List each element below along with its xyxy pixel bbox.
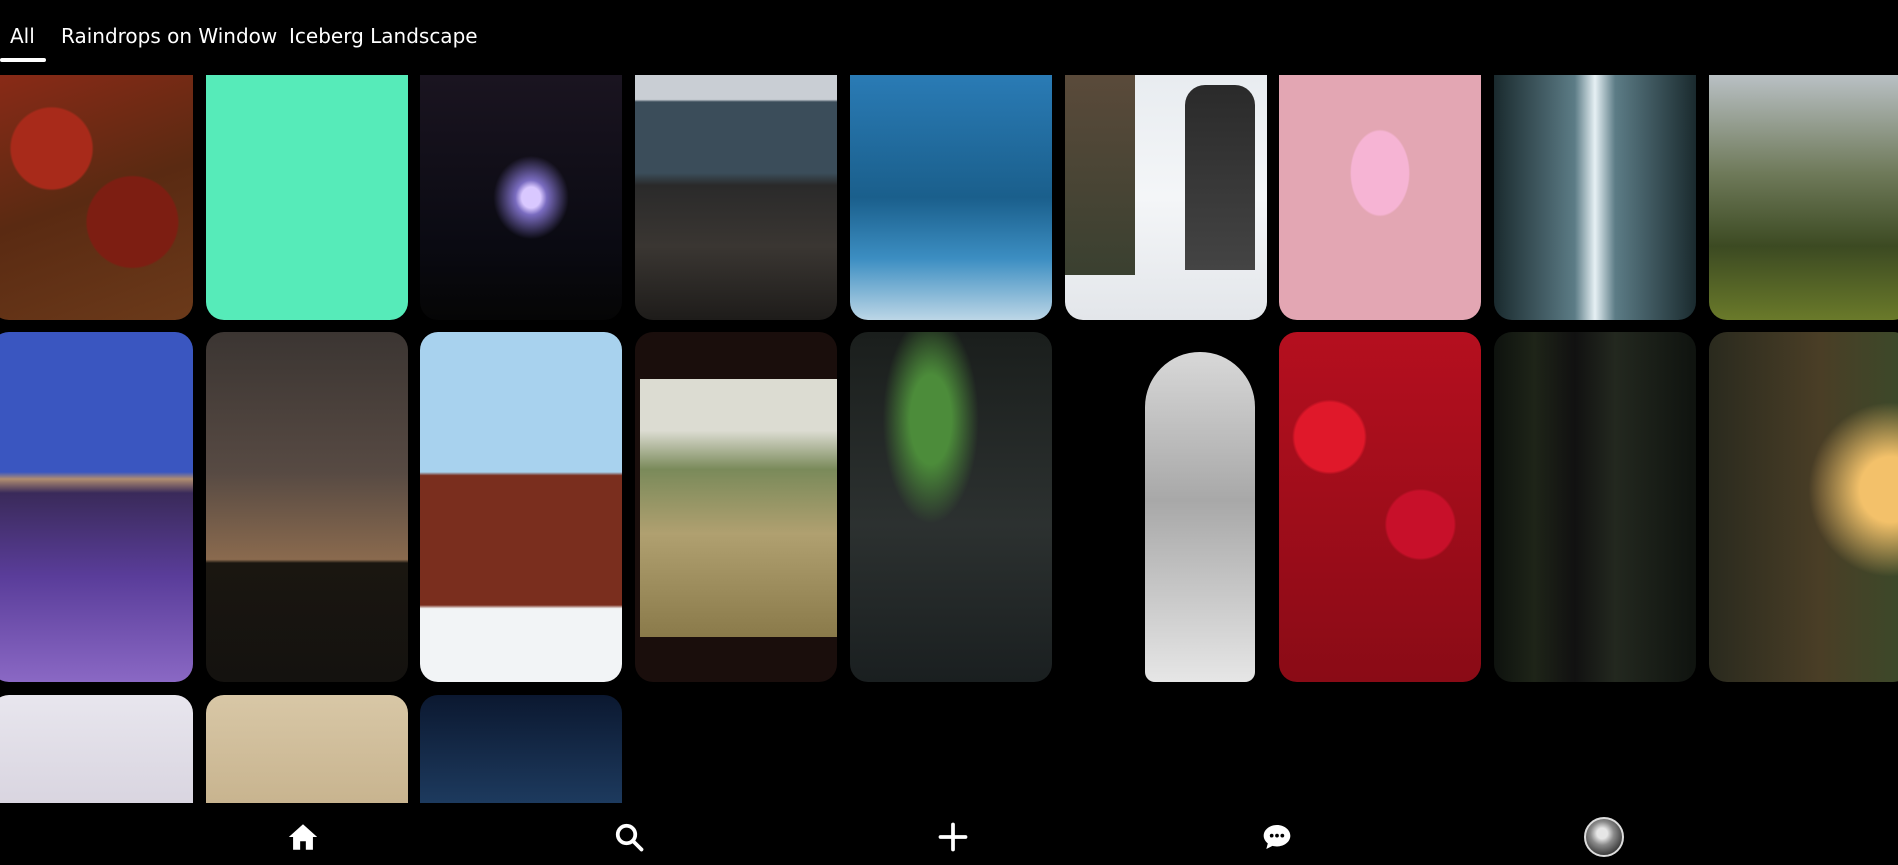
home-icon xyxy=(288,824,318,850)
image-tile-aurora[interactable] xyxy=(850,332,1052,682)
home-button[interactable] xyxy=(286,820,320,854)
image-grid xyxy=(0,75,1898,803)
image-tile-pink-abstract[interactable] xyxy=(1279,75,1481,320)
image-tile-vintage-film[interactable] xyxy=(635,332,837,682)
image-tile-plant-pots[interactable] xyxy=(206,695,408,803)
image-tile-lavender-field[interactable] xyxy=(0,332,193,682)
image-tile-sunlit-forest[interactable] xyxy=(1709,332,1898,682)
image-tile-mint-green[interactable] xyxy=(206,75,408,320)
image-tile-rocky-shore[interactable] xyxy=(635,75,837,320)
messages-button[interactable] xyxy=(1260,820,1294,854)
image-tile-red-ivy-window[interactable] xyxy=(0,75,193,320)
person-right xyxy=(1185,85,1255,270)
avatar[interactable] xyxy=(1584,817,1624,857)
image-tile-red-shrubs[interactable] xyxy=(1279,332,1481,682)
image-tile-lit-christmas-tree[interactable] xyxy=(420,75,622,320)
tab-raindrops-on-window[interactable]: Raindrops on Window xyxy=(61,24,277,48)
image-tile-desert-dusk[interactable] xyxy=(206,332,408,682)
tab-all[interactable]: All xyxy=(10,24,35,48)
image-tile-white-studio[interactable] xyxy=(0,695,193,803)
tab-iceberg-landscape[interactable]: Iceberg Landscape xyxy=(289,24,478,48)
film-frame-photo xyxy=(640,379,837,637)
search-button[interactable] xyxy=(612,820,646,854)
image-tile-white-costume[interactable] xyxy=(1065,332,1267,682)
image-tile-icy-waterfall[interactable] xyxy=(1494,75,1696,320)
active-tab-indicator xyxy=(0,58,46,62)
search-icon xyxy=(615,823,644,852)
image-tile-mountain-valley[interactable] xyxy=(1709,75,1898,320)
plus-icon xyxy=(938,822,968,852)
top-tab-bar: All Raindrops on Window Iceberg Landscap… xyxy=(0,0,1898,75)
bottom-navigation xyxy=(0,803,1898,865)
person-left xyxy=(1065,75,1135,275)
add-button[interactable] xyxy=(936,820,970,854)
image-tile-red-barn-winter[interactable] xyxy=(420,332,622,682)
image-tile-snow-drink-pour[interactable] xyxy=(1065,75,1267,320)
costume-figure xyxy=(1145,352,1255,682)
image-tile-watercolor-sea[interactable] xyxy=(850,75,1052,320)
image-tile-dark-forest[interactable] xyxy=(1494,332,1696,682)
image-tile-night-sky[interactable] xyxy=(420,695,622,803)
chat-icon xyxy=(1263,825,1291,849)
